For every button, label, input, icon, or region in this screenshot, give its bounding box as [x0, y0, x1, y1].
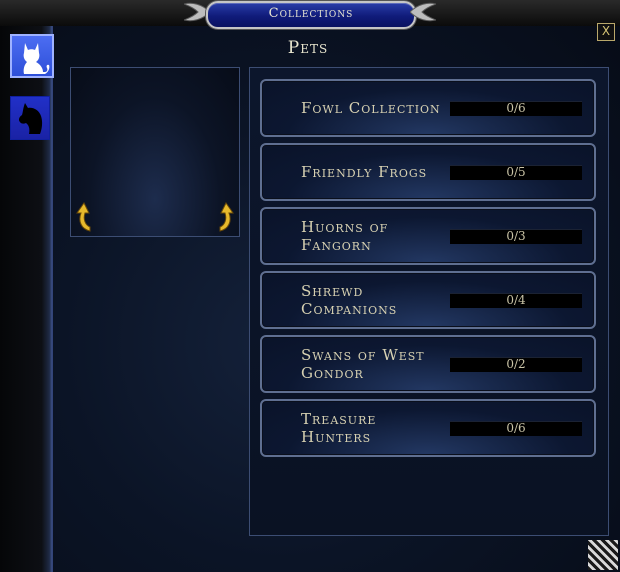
window-title: Collections	[206, 1, 416, 29]
progress-count: 0/6	[506, 421, 526, 435]
progress-count: 0/4	[506, 293, 526, 307]
tab-pets[interactable]	[10, 34, 54, 78]
progress-count: 0/2	[506, 357, 526, 371]
collection-row-friendly-frogs[interactable]: Friendly Frogs 0/5	[260, 143, 596, 201]
collection-row-treasure-hunters[interactable]: Treasure Hunters 0/6	[260, 399, 596, 457]
collection-name: Fowl Collection	[301, 99, 441, 117]
progress-count: 0/6	[506, 101, 526, 115]
cat-icon	[23, 43, 50, 74]
collection-name: Huorns of Fangorn	[301, 218, 389, 254]
tab-mounts[interactable]	[10, 96, 50, 140]
horse-icon	[18, 103, 43, 134]
category-tab-strip	[0, 26, 54, 572]
collections-window: Collections X Pets Fowl Collection 0/6 F…	[0, 0, 620, 572]
right-wing-ornament-icon	[410, 2, 436, 22]
section-heading: Pets	[287, 38, 329, 58]
progress-count: 0/5	[506, 165, 526, 179]
collection-row-swans-of-west-gondor[interactable]: Swans of West Gondor 0/2	[260, 335, 596, 393]
close-button[interactable]: X	[597, 23, 615, 41]
collection-name: Treasure Hunters	[301, 410, 377, 446]
collection-name: Swans of West Gondor	[301, 346, 425, 382]
collection-row-huorns-of-fangorn[interactable]: Huorns of Fangorn 0/3	[260, 207, 596, 265]
resize-grip[interactable]	[588, 540, 618, 570]
progress-count: 0/3	[506, 229, 526, 243]
collection-name: Friendly Frogs	[301, 163, 428, 181]
collection-name: Shrewd Companions	[301, 282, 398, 318]
rotate-left-arrow-icon[interactable]	[75, 200, 95, 234]
rotate-right-arrow-icon[interactable]	[215, 200, 235, 234]
pet-preview	[70, 67, 240, 237]
collection-list: Fowl Collection 0/6 Friendly Frogs 0/5 H…	[249, 67, 609, 536]
collection-row-fowl-collection[interactable]: Fowl Collection 0/6	[260, 79, 596, 137]
collection-row-shrewd-companions[interactable]: Shrewd Companions 0/4	[260, 271, 596, 329]
